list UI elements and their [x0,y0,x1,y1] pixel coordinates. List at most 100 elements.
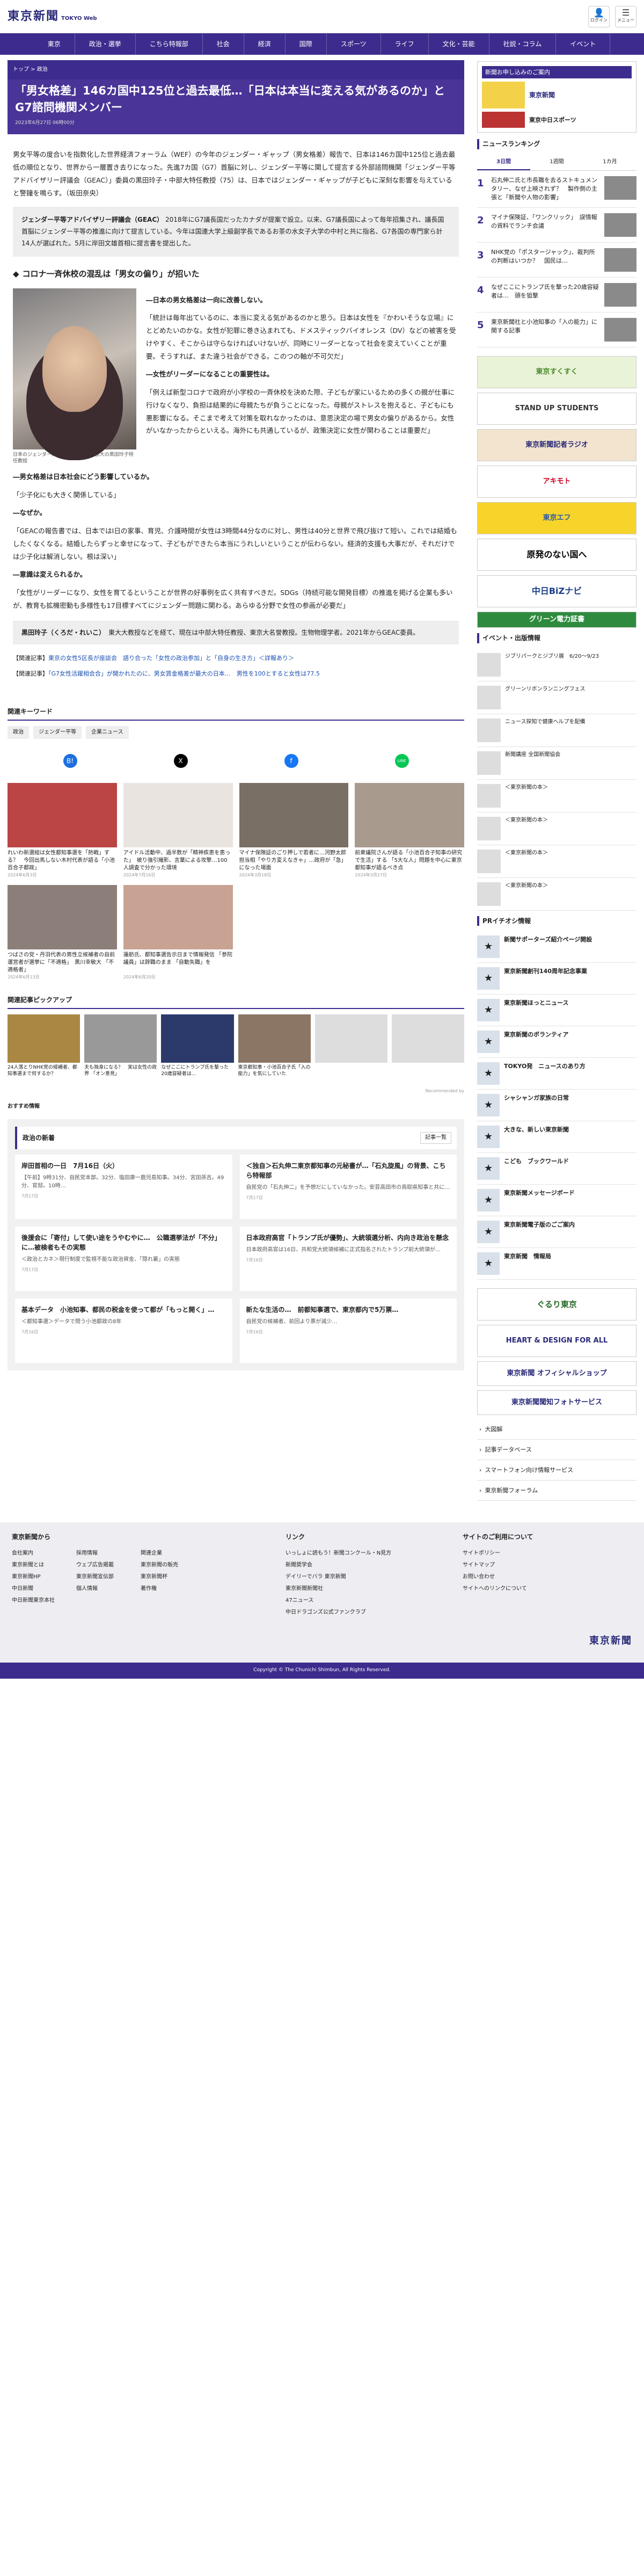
banner[interactable]: ぐるり東京 [477,1288,636,1321]
ranking-item[interactable]: 5 東京新聞社と小池知事の「入の能力」に関する記事 [477,313,636,347]
footer-link[interactable]: サイトポリシー [463,1548,533,1559]
login-button[interactable]: 👤 ログイン [588,5,610,27]
pickup-card[interactable] [391,1014,465,1085]
footer-link[interactable]: いっしょに読もう！新聞コンクール・N見方 [286,1548,447,1559]
ranking-tab[interactable]: 3日間 [477,155,531,171]
news-item[interactable]: 日本政府高官「トランプ氏が優勢」、大統領選分析、内向き政治を懸念 日本政府高官は1… [239,1226,457,1291]
pr-item[interactable]: ★ 新聞サポーターズ紹介ページ開設 [477,931,636,963]
event-item[interactable]: グリーンリボンランニングフェス [477,681,636,714]
footer-link[interactable]: 個人情報 [76,1583,135,1595]
pickup-card[interactable]: なぜここにトランプ氏を撃った20歳容疑者は… [161,1014,234,1085]
footer-link[interactable]: お問い合わせ [463,1571,533,1583]
footer-link[interactable]: 47ニュース [286,1595,447,1607]
pr-item[interactable]: ★ 東京新聞メッセージボード [477,1185,636,1217]
pr-item[interactable]: ★ 東京新聞のボランティア [477,1026,636,1058]
pr-item[interactable]: ★ 東京新聞創刊140周年記念事業 [477,963,636,995]
pickup-card[interactable]: 24人落とりNHK党の候補者、都知事選まで何するか？ [8,1014,80,1085]
promo-image[interactable] [482,82,525,109]
site-logo[interactable]: 東京新聞 TOKYO Web [8,7,97,25]
banner[interactable]: 東京エフ [477,502,636,534]
footer-link[interactable]: 新聞奨学会 [286,1559,447,1571]
banner[interactable]: 東京新聞 オフィシャルショップ [477,1361,636,1387]
x-share-button[interactable]: X [173,753,188,768]
banner[interactable]: 東京すくすく [477,355,636,388]
news-item[interactable]: 基本データ 小池知事、都民の税金を使って都が「もっと開く」… ＜都知事選＞データで… [15,1298,232,1363]
nav-item[interactable]: 社説・コラム [489,33,557,55]
nav-item[interactable]: イベント [556,33,611,55]
footer-link[interactable]: 中日新聞東京本社 [12,1595,71,1607]
footer-link[interactable]: デイリーでバラ 東京新聞 [286,1571,447,1583]
related-card[interactable]: 蓮舫氏、都知事選告示日まで情報発信 「参院議員」は辞職のまま 「自動失職」を 20… [123,885,233,981]
footer-link[interactable]: 東京新聞宣伝部 [76,1571,135,1583]
line-share-button[interactable]: LINE [394,753,409,768]
ranking-item[interactable]: 2 マイナ保険証、「ワンクリック」 誤情報の資料でランチ会議 [477,208,636,243]
ranking-item[interactable]: 1 石丸伸二氏と市長職を去るストキュメンタリー、なぜ上映されず？ 製作側の主張と「… [477,171,636,208]
pr-item[interactable]: ★ 東京新聞 情報局 [477,1248,636,1280]
side-link[interactable]: › 東京新聞フォーラム [477,1481,636,1501]
event-item[interactable]: ジブリパークとジブリ展 6/20〜9/23 [477,649,636,681]
nav-item[interactable]: ライフ [381,33,429,55]
event-item[interactable]: ＜東京新聞の本＞ [477,845,636,878]
more-button[interactable]: 記事一覧 [420,1132,452,1144]
pr-item[interactable]: ★ 東京新聞電子版のごご案内 [477,1216,636,1249]
menu-button[interactable]: ☰ メニュー [615,5,636,27]
footer-link[interactable]: ウェブ広告掲載 [76,1559,135,1571]
related-card[interactable]: つばさの党・丹羽代表の男性立候補者の自前運営者が選挙に「不適格」 黒川幸敏大 「… [8,885,117,981]
related-card[interactable]: マイナ保険証のごり押しで若者に…河野太郎担当相「やり方変えなきゃ」…政府が「急」… [239,782,349,879]
side-link[interactable]: › 大図解 [477,1419,636,1440]
ranking-tab[interactable]: 1週間 [530,155,583,171]
portrait-photo[interactable] [13,288,136,449]
related-article-link[interactable]: 東京の女性5区長が座談会 語り合った「女性の政治参加」と「自身の生き方」＜詳報あ… [48,655,294,662]
pr-item[interactable]: ★ 大きな、新しい東京新聞 [477,1121,636,1153]
nav-item[interactable]: 社会 [203,33,244,55]
footer-logo[interactable]: 東京新聞 [589,1634,632,1649]
pickup-card[interactable]: 夫も独身になる？ 実は女性の政界 「オン意見」 [84,1014,157,1085]
nav-item[interactable]: 経済 [244,33,286,55]
footer-link[interactable]: 東京新聞杯 [141,1571,200,1583]
banner[interactable]: 原発のない国へ [477,538,636,571]
promo-image[interactable] [482,112,525,128]
pr-item[interactable]: ★ TOKYO発 ニュースのあり方 [477,1058,636,1090]
breadcrumb[interactable]: トップ > 政治 [8,60,465,79]
banner[interactable]: STAND UP STUDENTS [477,392,636,425]
footer-link[interactable]: 東京新聞HP [12,1571,71,1583]
related-card[interactable]: 前衆議院さんが語る「小池百合子知事の研究で生活」する 「5大な人」問題を中心に東… [355,782,465,879]
pickup-card[interactable] [314,1014,387,1085]
related-card[interactable]: れいわ新選組は女性都知事選を「熱戦」する？ 今回出馬しない木村代表が語る「小池百… [8,782,117,879]
pr-item[interactable]: ★ 東京新聞ほっとニュース [477,995,636,1027]
nav-item[interactable]: 国際 [286,33,327,55]
news-item[interactable]: 後援会に「寄付」して使い途をうやむやに… 公職選挙法が「不分」に…被検者もその実… [15,1226,232,1291]
pickup-card[interactable]: 東京都知事・小池百合子氏「入の能力」を気にしていた [238,1014,311,1085]
side-link[interactable]: › 記事データベース [477,1440,636,1461]
footer-link[interactable]: 中日新聞 [12,1583,71,1595]
keyword-tag[interactable]: 政治 [8,726,29,739]
footer-link[interactable]: 東京新聞とは [12,1559,71,1571]
banner[interactable]: 中日BiZナビ [477,575,636,607]
banner[interactable]: アキモト [477,465,636,498]
nav-item[interactable]: 政治・選挙 [75,33,136,55]
side-link[interactable]: › スマートフォン向け情報サービス [477,1460,636,1481]
facebook-share-button[interactable]: f [284,753,298,768]
keyword-tag[interactable]: 企業ニュース [86,726,129,739]
ranking-item[interactable]: 4 なぜここにトランプ氏を撃った20歳容疑者は… 頭を狙撃 [477,278,636,313]
keyword-tag[interactable]: ジェンダー平等 [33,726,82,739]
footer-link[interactable]: サイトへのリンクについて [463,1583,533,1595]
event-item[interactable]: ニュース探知で健康ヘルプを配備 [477,714,636,747]
pr-item[interactable]: ★ シャシャンガ家族の日常 [477,1090,636,1122]
related-card[interactable]: アイドル活動中、過半数が「精神疾患を患った」 被り強引撮影、言葉による攻撃…10… [123,782,233,879]
nav-item[interactable]: 文化・芸能 [429,33,489,55]
news-item[interactable]: ＜独自＞石丸伸二東京都知事の元秘書が…「石丸旋風」の背景、こちら特報部 自民党の「… [239,1154,457,1219]
banner[interactable]: 東京新聞記者ラジオ [477,429,636,461]
news-item[interactable]: 岸田首相の一日 7月16日（火） 【午前】9時31分、自民党本部。32分、塩田康一… [15,1154,232,1219]
related-article-link[interactable]: 「G7女性活躍相会合」が開かれたのに、男女賃金格差が最大の日本… 男性を100と… [48,670,320,677]
news-item[interactable]: 新たな生活の… 前都知事選で、東京都内で5万票… 自民党の候補者、前回より票が減少… [239,1298,457,1363]
event-item[interactable]: ＜東京新聞の本＞ [477,878,636,911]
footer-link[interactable]: 東京新聞新聞社 [286,1583,447,1595]
event-item[interactable]: ＜東京新聞の本＞ [477,812,636,845]
footer-link[interactable]: 会社案内 [12,1548,71,1559]
footer-link[interactable]: 中日ドラゴンズ公式ファンクラブ [286,1607,447,1619]
nav-item[interactable]: こちら特報部 [136,33,203,55]
event-item[interactable]: 新聞講座 全国新聞協会 [477,747,636,780]
banner[interactable]: 東京新聞聞知フォトサービス [477,1390,636,1416]
footer-link[interactable]: 東京新聞の販売 [141,1559,200,1571]
